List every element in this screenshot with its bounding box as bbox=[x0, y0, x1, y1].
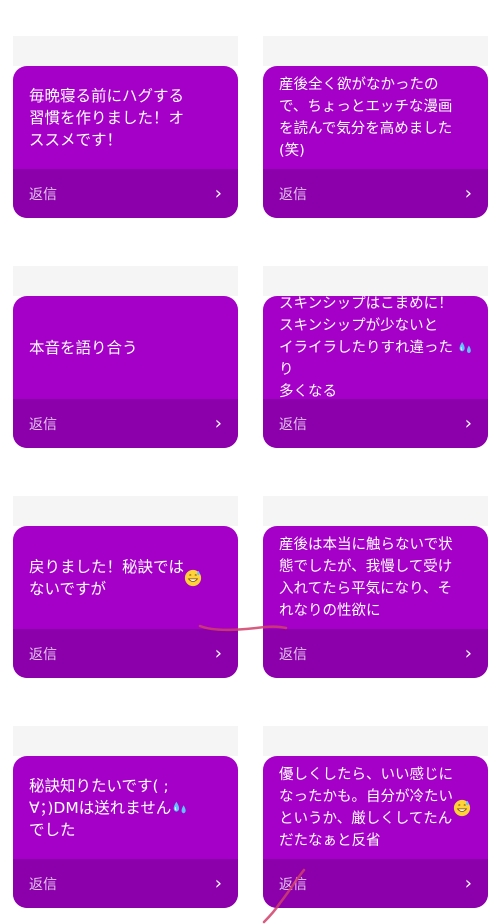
reply-label: 返信 bbox=[279, 646, 307, 663]
reply-button[interactable]: 返信 › bbox=[13, 629, 238, 678]
chevron-right-icon: › bbox=[214, 412, 222, 434]
reply-label: 返信 bbox=[29, 416, 57, 433]
reply-button[interactable]: 返信 › bbox=[263, 399, 488, 448]
comment-card-1: 毎晩寝る前にハグする 習慣を作りました！オ ススメです！ 返信 › bbox=[13, 66, 238, 218]
comment-card-2: 産後全く欲がなかったの で、ちょっとエッチな漫画 を読んで気分を高めました (笑… bbox=[263, 66, 488, 218]
comment-card-6: 産後は本当に触らないで状 態でしたが、我慢して受け 入れてたら平気になり、そ れ… bbox=[263, 526, 488, 678]
sweat-droplets-icon bbox=[173, 801, 186, 813]
comment-text: 本音を語り合う bbox=[29, 296, 224, 399]
comment-text-content: 優しくしたら、いい感じに なったかも。自分が冷たい というか、厳しくしてたん だ… bbox=[279, 766, 453, 849]
reply-label: 返信 bbox=[29, 186, 57, 203]
reply-label: 返信 bbox=[29, 646, 57, 663]
reply-label: 返信 bbox=[279, 416, 307, 433]
chevron-right-icon: › bbox=[464, 182, 472, 204]
reply-button[interactable]: 返信 › bbox=[263, 169, 488, 218]
comment-card-7: 秘訣知りたいです( ; ∀；)DMは送れません でした 返信 › bbox=[13, 756, 238, 908]
reply-button[interactable]: 返信 › bbox=[13, 859, 238, 908]
reply-button[interactable]: 返信 › bbox=[263, 859, 488, 908]
strip-row4-left bbox=[13, 726, 238, 756]
grinning-sweat-icon bbox=[184, 569, 202, 586]
comment-card-8: 優しくしたら、いい感じに なったかも。自分が冷たい というか、厳しくしてたん だ… bbox=[263, 756, 488, 908]
comment-text: 毎晩寝る前にハグする 習慣を作りました！オ ススメです！ bbox=[29, 66, 224, 169]
reply-label: 返信 bbox=[279, 186, 307, 203]
sweat-droplets-icon bbox=[459, 341, 471, 353]
comment-card-4: スキンシップはこまめに！ スキンシップが少ないと イライラしたりすれ違ったり 多… bbox=[263, 296, 488, 448]
reply-button[interactable]: 返信 › bbox=[263, 629, 488, 678]
comment-card-5: 戻りました！秘訣では ないですが 返信 › bbox=[13, 526, 238, 678]
comment-text-content: 産後全く欲がなかったの で、ちょっとエッチな漫画 を読んで気分を高めました (笑… bbox=[279, 76, 453, 159]
top-strip-right bbox=[263, 36, 488, 66]
comment-text-content: 戻りました！秘訣では ないですが bbox=[29, 557, 185, 598]
chevron-right-icon: › bbox=[214, 642, 222, 664]
comment-text: 産後は本当に触らないで状 態でしたが、我慢して受け 入れてたら平気になり、そ れ… bbox=[279, 526, 474, 629]
strip-row2-right bbox=[263, 266, 488, 296]
reply-label: 返信 bbox=[29, 876, 57, 893]
comment-text: 戻りました！秘訣では ないですが bbox=[29, 526, 224, 629]
strip-row3-left bbox=[13, 496, 238, 526]
strip-row3-right bbox=[263, 496, 488, 526]
comment-text-content: 秘訣知りたいです( ; ∀；)DMは送れません でした bbox=[29, 776, 172, 839]
strip-row4-right bbox=[263, 726, 488, 756]
comment-text: 産後全く欲がなかったの で、ちょっとエッチな漫画 を読んで気分を高めました (笑… bbox=[279, 66, 474, 169]
comment-text-content: 毎晩寝る前にハグする 習慣を作りました！オ ススメです！ bbox=[29, 86, 185, 149]
comment-text: 秘訣知りたいです( ; ∀；)DMは送れません でした bbox=[29, 756, 224, 859]
reply-label: 返信 bbox=[279, 876, 307, 893]
comment-text-content: 産後は本当に触らないで状 態でしたが、我慢して受け 入れてたら平気になり、そ れ… bbox=[279, 536, 453, 619]
chevron-right-icon: › bbox=[464, 642, 472, 664]
comment-text: 優しくしたら、いい感じに なったかも。自分が冷たい というか、厳しくしてたん だ… bbox=[279, 756, 474, 859]
chevron-right-icon: › bbox=[464, 872, 472, 894]
top-strip-left bbox=[13, 36, 238, 66]
grinning-sweat-icon bbox=[453, 799, 471, 816]
chevron-right-icon: › bbox=[214, 872, 222, 894]
chevron-right-icon: › bbox=[214, 182, 222, 204]
comment-text-content: 本音を語り合う bbox=[29, 338, 138, 357]
strip-row2-left bbox=[13, 266, 238, 296]
comment-text: スキンシップはこまめに！ スキンシップが少ないと イライラしたりすれ違ったり 多… bbox=[279, 296, 474, 400]
comment-card-3: 本音を語り合う 返信 › bbox=[13, 296, 238, 448]
chevron-right-icon: › bbox=[464, 412, 472, 434]
reply-button[interactable]: 返信 › bbox=[13, 169, 238, 218]
reply-button[interactable]: 返信 › bbox=[13, 399, 238, 448]
comment-text-content: スキンシップはこまめに！ スキンシップが少ないと イライラしたりすれ違ったり 多… bbox=[279, 296, 453, 400]
